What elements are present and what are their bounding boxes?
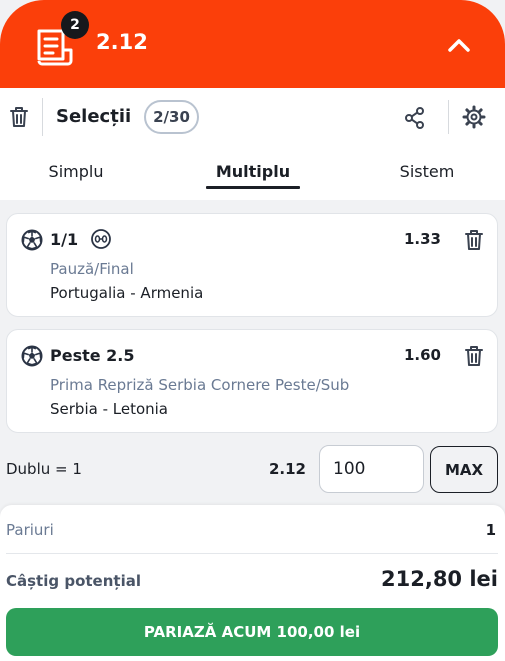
selection-pick: Peste 2.5 — [50, 346, 135, 365]
active-tab-indicator — [206, 186, 300, 189]
tab-multiplu[interactable]: Multiplu — [206, 162, 300, 181]
trash-icon[interactable] — [8, 105, 30, 129]
selection-event[interactable]: Portugalia - Armenia — [50, 284, 203, 302]
selection-pick: 1/1 — [50, 230, 79, 249]
total-odds: 2.12 — [96, 30, 148, 54]
summary-divider — [6, 553, 498, 554]
selection-card: 1/1 1.33 Pauză/Final Portugalia - Armeni… — [6, 213, 498, 317]
selection-card: Peste 2.5 1.60 Prima Repriză Serbia Corn… — [6, 329, 498, 433]
selection-market: Pauză/Final — [50, 260, 134, 278]
gear-icon[interactable] — [461, 104, 487, 130]
football-icon — [21, 229, 43, 251]
selection-event[interactable]: Serbia - Letonia — [50, 400, 168, 418]
selections-count-pill: 2/30 — [144, 100, 199, 134]
selection-odds[interactable]: 1.60 — [401, 346, 441, 364]
trash-icon[interactable] — [463, 228, 485, 252]
bet-type-tabs: Simplu Multiplu Sistem — [0, 150, 505, 200]
tab-sistem[interactable]: Sistem — [398, 162, 456, 181]
place-bet-button[interactable]: PARIAZĂ ACUM 100,00 lei — [6, 608, 498, 656]
selection-market: Prima Repriză Serbia Cornere Peste/Sub — [50, 376, 350, 394]
max-stake-button[interactable]: MAX — [430, 446, 498, 493]
bets-value: 1 — [485, 521, 496, 539]
combo-odds: 2.12 — [268, 460, 306, 478]
toolbar-divider — [42, 98, 43, 136]
share-icon[interactable] — [403, 106, 427, 130]
selections-title: Selecții — [56, 106, 132, 127]
combo-label: Dublu = 1 — [6, 460, 82, 478]
tab-simplu[interactable]: Simplu — [48, 162, 104, 181]
chevron-up-icon[interactable] — [446, 36, 472, 54]
selections-toolbar: Selecții 2/30 — [0, 88, 505, 150]
potential-win-value: 212,80 lei — [381, 567, 498, 591]
trash-icon[interactable] — [463, 344, 485, 368]
selection-count-badge: 2 — [61, 11, 89, 39]
football-icon — [21, 345, 43, 367]
selection-odds[interactable]: 1.33 — [401, 230, 441, 248]
toolbar-divider — [448, 100, 449, 134]
potential-win-label: Câștig potențial — [6, 572, 141, 590]
score-icon — [91, 229, 111, 249]
bets-label: Pariuri — [6, 521, 54, 539]
bet-summary: Pariuri 1 Câștig potențial 212,80 lei PA… — [0, 505, 505, 661]
stake-input[interactable] — [319, 445, 424, 493]
betslip-header[interactable]: 2 2.12 — [0, 0, 505, 88]
stake-row: Dublu = 1 2.12 MAX — [0, 444, 505, 496]
